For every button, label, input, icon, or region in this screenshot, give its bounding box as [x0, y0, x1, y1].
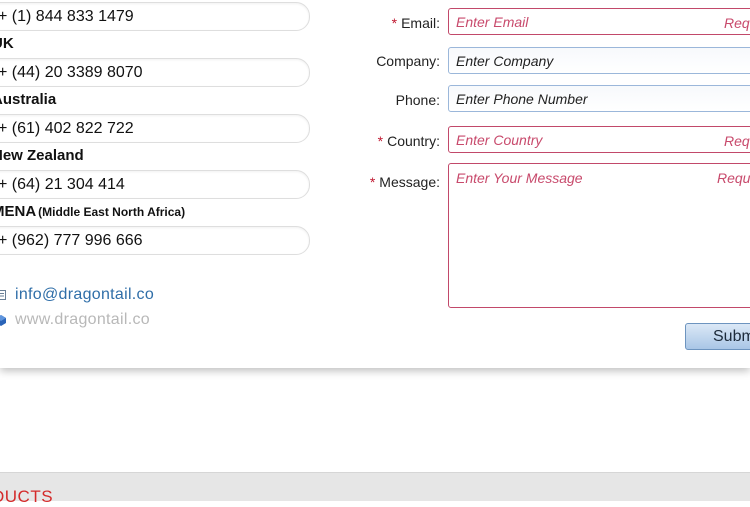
country-label: * Country: [377, 133, 440, 149]
footer-products-title: DUCTS [0, 487, 54, 506]
phone-number-uk: + (44) 20 3389 8070 [0, 64, 143, 81]
contact-panel: + (1) 844 833 1479 UK + (44) 20 3389 807… [0, 0, 750, 368]
phone-number-mena: + (962) 777 996 666 [0, 232, 143, 249]
company-field[interactable]: Enter Company [448, 47, 750, 74]
phone-number-new-zealand: + (64) 21 304 414 [0, 176, 125, 193]
company-placeholder: Enter Company [456, 53, 554, 69]
country-field[interactable]: Enter Country Req [448, 126, 750, 153]
email-placeholder: Enter Email [456, 14, 529, 30]
phone-field[interactable]: Enter Phone Number [448, 85, 750, 112]
footer-strip: DUCTS [0, 472, 750, 506]
email-link[interactable]: info@dragontail.co [15, 286, 154, 304]
phone-field-mena: + (962) 777 996 666 [0, 226, 310, 255]
message-field[interactable]: Enter Your Message Requ [448, 163, 750, 308]
phone-number-australia: + (61) 402 822 722 [0, 120, 134, 137]
company-label: Company: [376, 53, 440, 69]
email-field[interactable]: Enter Email Req [448, 8, 750, 35]
required-tag: Requ [717, 170, 750, 186]
phone-label: Phone: [395, 92, 440, 108]
required-tag: Req [724, 15, 750, 31]
submit-button[interactable]: Subm [685, 323, 750, 350]
phone-field-australia: + (61) 402 822 722 [0, 114, 310, 143]
message-placeholder: Enter Your Message [456, 170, 583, 186]
globe-icon [0, 315, 6, 326]
required-tag: Req [724, 133, 750, 149]
phone-field-us: + (1) 844 833 1479 [0, 2, 310, 31]
region-uk: UK [0, 35, 14, 52]
country-placeholder: Enter Country [456, 132, 543, 148]
website-link[interactable]: www.dragontail.co [15, 311, 150, 329]
region-mena: MENA(Middle East North Africa) [0, 203, 186, 220]
phone-field-new-zealand: + (64) 21 304 414 [0, 170, 310, 199]
phone-field-uk: + (44) 20 3389 8070 [0, 58, 310, 87]
envelope-icon [0, 290, 6, 300]
phone-number-us: + (1) 844 833 1479 [0, 8, 134, 25]
region-australia: Australia [0, 91, 57, 108]
email-label: * Email: [391, 15, 440, 31]
region-mena-subtitle: (Middle East North Africa) [38, 205, 186, 219]
message-label: * Message: [369, 174, 440, 190]
region-new-zealand: New Zealand [0, 147, 84, 164]
phone-placeholder: Enter Phone Number [456, 91, 588, 107]
